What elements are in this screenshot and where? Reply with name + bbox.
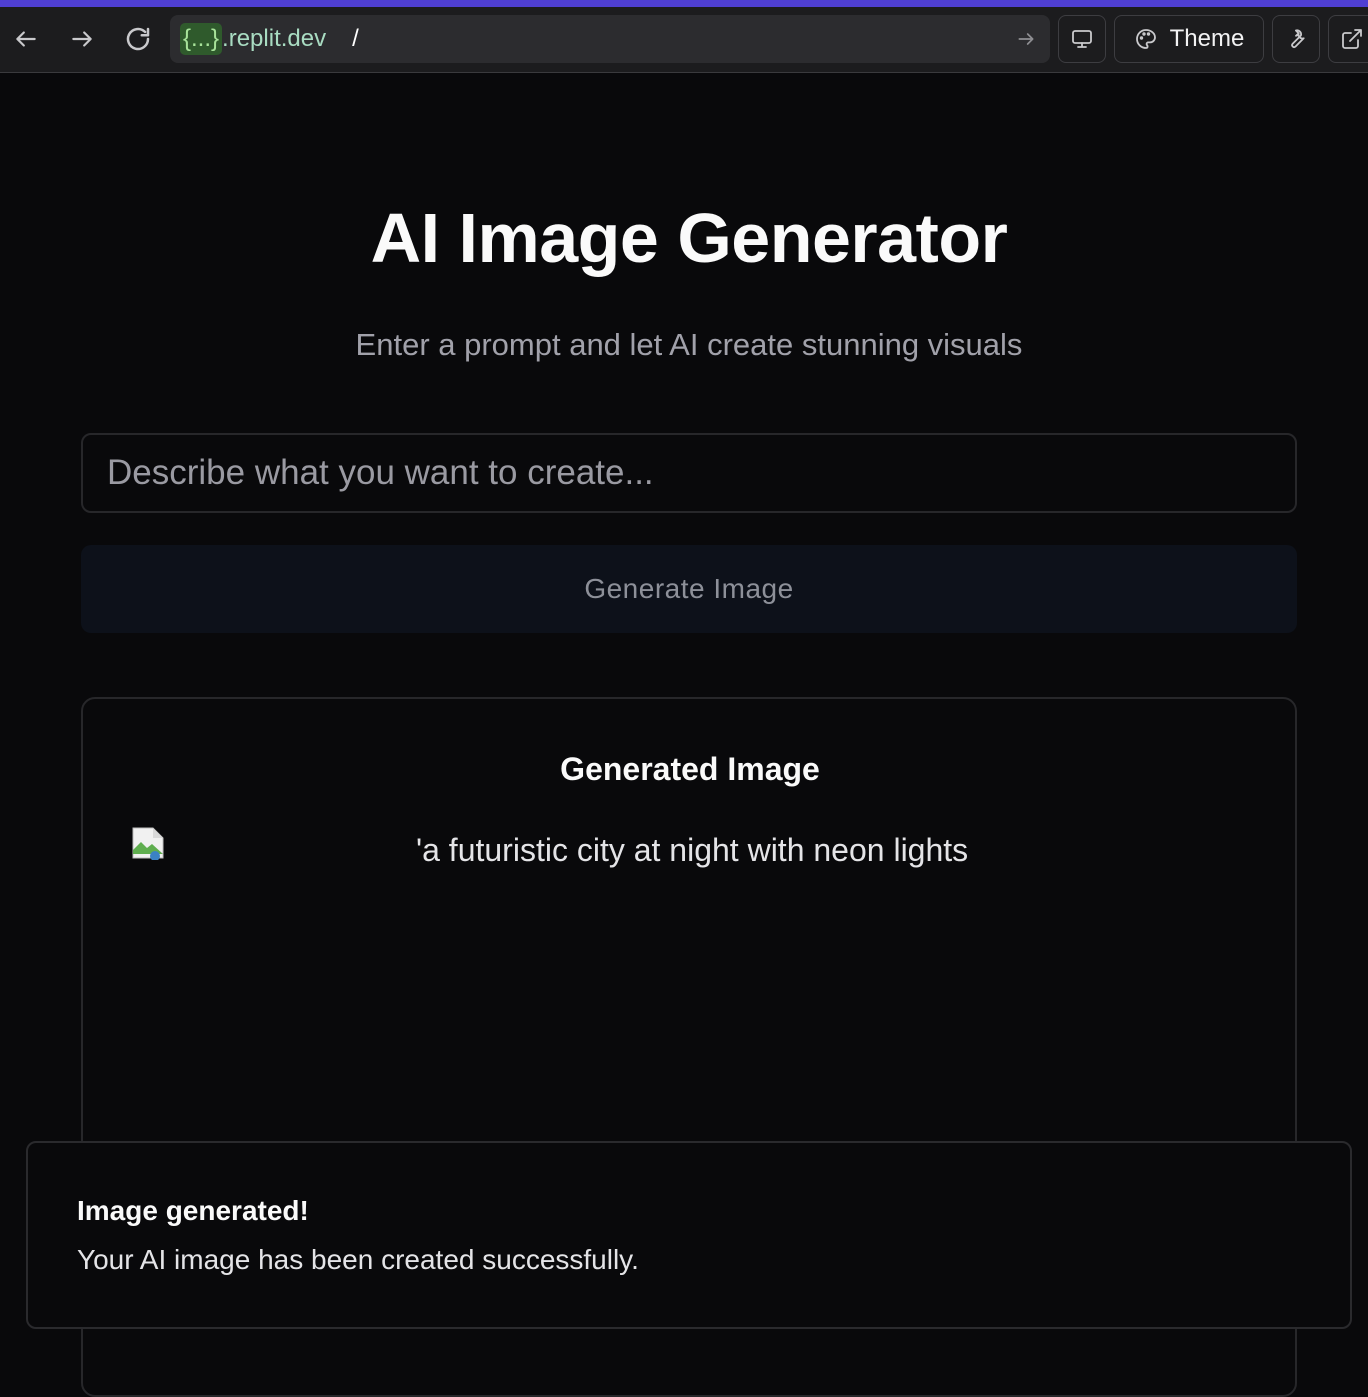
- url-host-placeholder: {...}: [180, 23, 223, 55]
- palette-icon: [1135, 29, 1156, 49]
- generated-image-heading: Generated Image: [560, 751, 820, 787]
- address-bar[interactable]: {...} .replit.dev /: [170, 15, 1050, 63]
- page-title: AI Image Generator: [370, 199, 1008, 277]
- theme-button[interactable]: Theme: [1114, 15, 1264, 63]
- url-path: /: [352, 25, 359, 52]
- wrench-icon: [1291, 29, 1305, 48]
- browser-toolbar: {...} .replit.dev / Theme: [0, 7, 1368, 73]
- generate-image-button[interactable]: Generate Image: [81, 545, 1297, 633]
- reload-button[interactable]: [118, 19, 158, 59]
- back-button[interactable]: [6, 19, 46, 59]
- devtools-button[interactable]: [1272, 15, 1320, 63]
- reload-icon: [126, 27, 150, 51]
- page-subtitle: Enter a prompt and let AI create stunnin…: [355, 327, 1023, 362]
- toast-description: Your AI image has been created successfu…: [77, 1244, 639, 1275]
- generated-image-alt-text: 'a futuristic city at night with neon li…: [416, 832, 969, 868]
- url-host-group: {...} .replit.dev: [180, 23, 326, 55]
- url-go-button[interactable]: [1014, 27, 1038, 51]
- broken-image-icon: [132, 827, 164, 860]
- external-link-icon: [1342, 29, 1362, 49]
- open-new-tab-button[interactable]: [1328, 15, 1368, 63]
- prompt-input[interactable]: [81, 433, 1297, 513]
- arrow-left-icon: [16, 31, 36, 47]
- url-host: .replit.dev: [222, 25, 327, 52]
- toast-title: Image generated!: [77, 1195, 309, 1226]
- success-toast[interactable]: Image generated! Your AI image has been …: [26, 1141, 1352, 1329]
- device-preview-button[interactable]: [1058, 15, 1106, 63]
- monitor-icon: [1072, 30, 1092, 48]
- browser-accent-strip: [0, 0, 1368, 7]
- arrow-right-icon: [1018, 33, 1034, 45]
- arrow-right-icon: [72, 31, 92, 47]
- forward-button[interactable]: [62, 19, 102, 59]
- theme-label: Theme: [1169, 25, 1245, 52]
